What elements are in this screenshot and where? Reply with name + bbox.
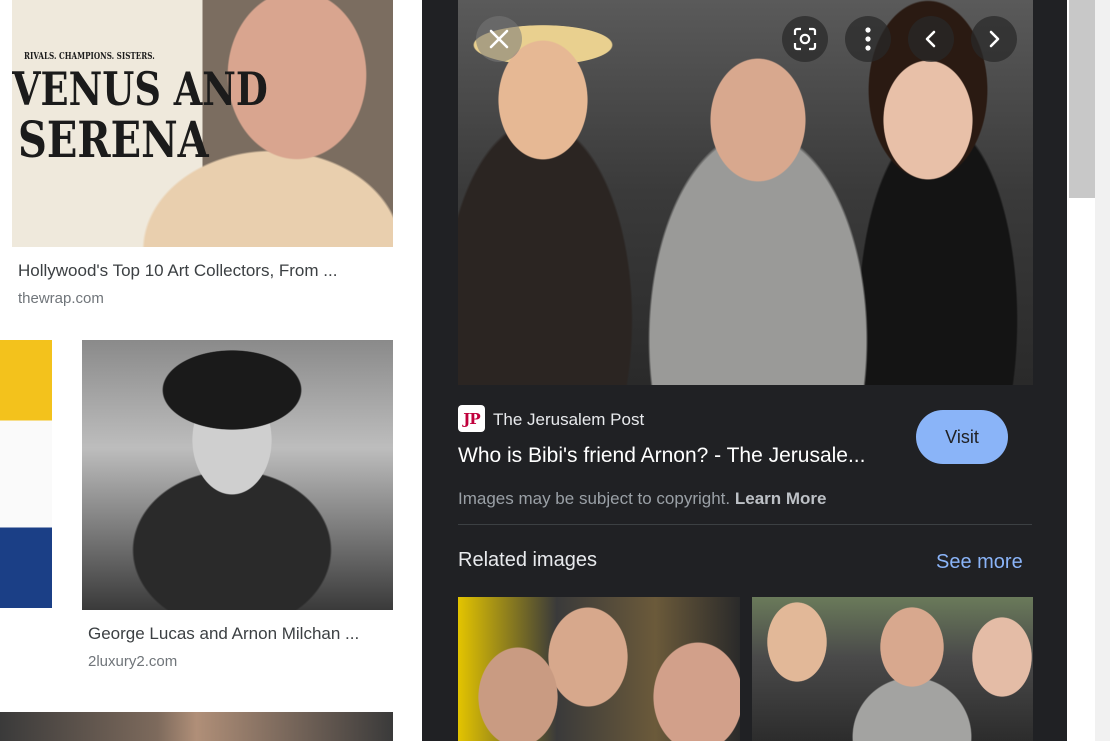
- result-source[interactable]: thewrap.com: [18, 290, 104, 307]
- scrollbar-thumb[interactable]: [1069, 0, 1095, 198]
- image-viewer-panel: JP The Jerusalem Post Who is Bibi's frie…: [422, 0, 1067, 741]
- result-image-next[interactable]: [0, 712, 393, 741]
- close-icon: [489, 29, 509, 49]
- source-name[interactable]: The Jerusalem Post: [493, 410, 644, 430]
- poster-title-line2: SERENA: [18, 110, 209, 169]
- page-title[interactable]: Who is Bibi's friend Arnon? - The Jerusa…: [458, 444, 898, 468]
- related-image[interactable]: [752, 597, 1033, 741]
- next-button[interactable]: [971, 16, 1017, 62]
- lens-icon: [793, 27, 817, 51]
- source-logo: JP: [458, 405, 485, 432]
- scrollbar-gutter: [1095, 0, 1110, 741]
- results-column: RIVALS. CHAMPIONS. SISTERS. VENUS AND SE…: [0, 0, 422, 741]
- copyright-notice: Images may be subject to copyright. Lear…: [458, 489, 827, 509]
- related-image[interactable]: [458, 597, 740, 741]
- result-image-citizen-kane[interactable]: [82, 340, 393, 610]
- more-vert-icon: [865, 27, 871, 51]
- preview-image[interactable]: [458, 0, 1033, 385]
- poster-title-line1: VENUS AND: [12, 62, 268, 116]
- copyright-text: Images may be subject to copyright.: [458, 489, 731, 508]
- divider: [458, 524, 1032, 525]
- chevron-right-icon: [989, 30, 1000, 48]
- result-image-art-collectors[interactable]: RIVALS. CHAMPIONS. SISTERS. VENUS AND SE…: [12, 0, 393, 247]
- result-caption[interactable]: George Lucas and Arnon Milchan ...: [88, 624, 359, 644]
- more-options-button[interactable]: [845, 16, 891, 62]
- related-images-heading: Related images: [458, 549, 597, 571]
- lens-search-button[interactable]: [782, 16, 828, 62]
- chevron-left-icon: [925, 30, 936, 48]
- result-caption[interactable]: Hollywood's Top 10 Art Collectors, From …: [18, 261, 337, 281]
- learn-more-link[interactable]: Learn More: [735, 489, 827, 508]
- close-button[interactable]: [476, 16, 522, 62]
- visit-button[interactable]: Visit: [916, 410, 1008, 464]
- result-source[interactable]: 2luxury2.com: [88, 653, 177, 670]
- previous-button[interactable]: [908, 16, 954, 62]
- result-image-partial[interactable]: [0, 340, 52, 608]
- see-more-link[interactable]: See more: [936, 551, 1023, 574]
- poster-tagline: RIVALS. CHAMPIONS. SISTERS.: [24, 52, 155, 62]
